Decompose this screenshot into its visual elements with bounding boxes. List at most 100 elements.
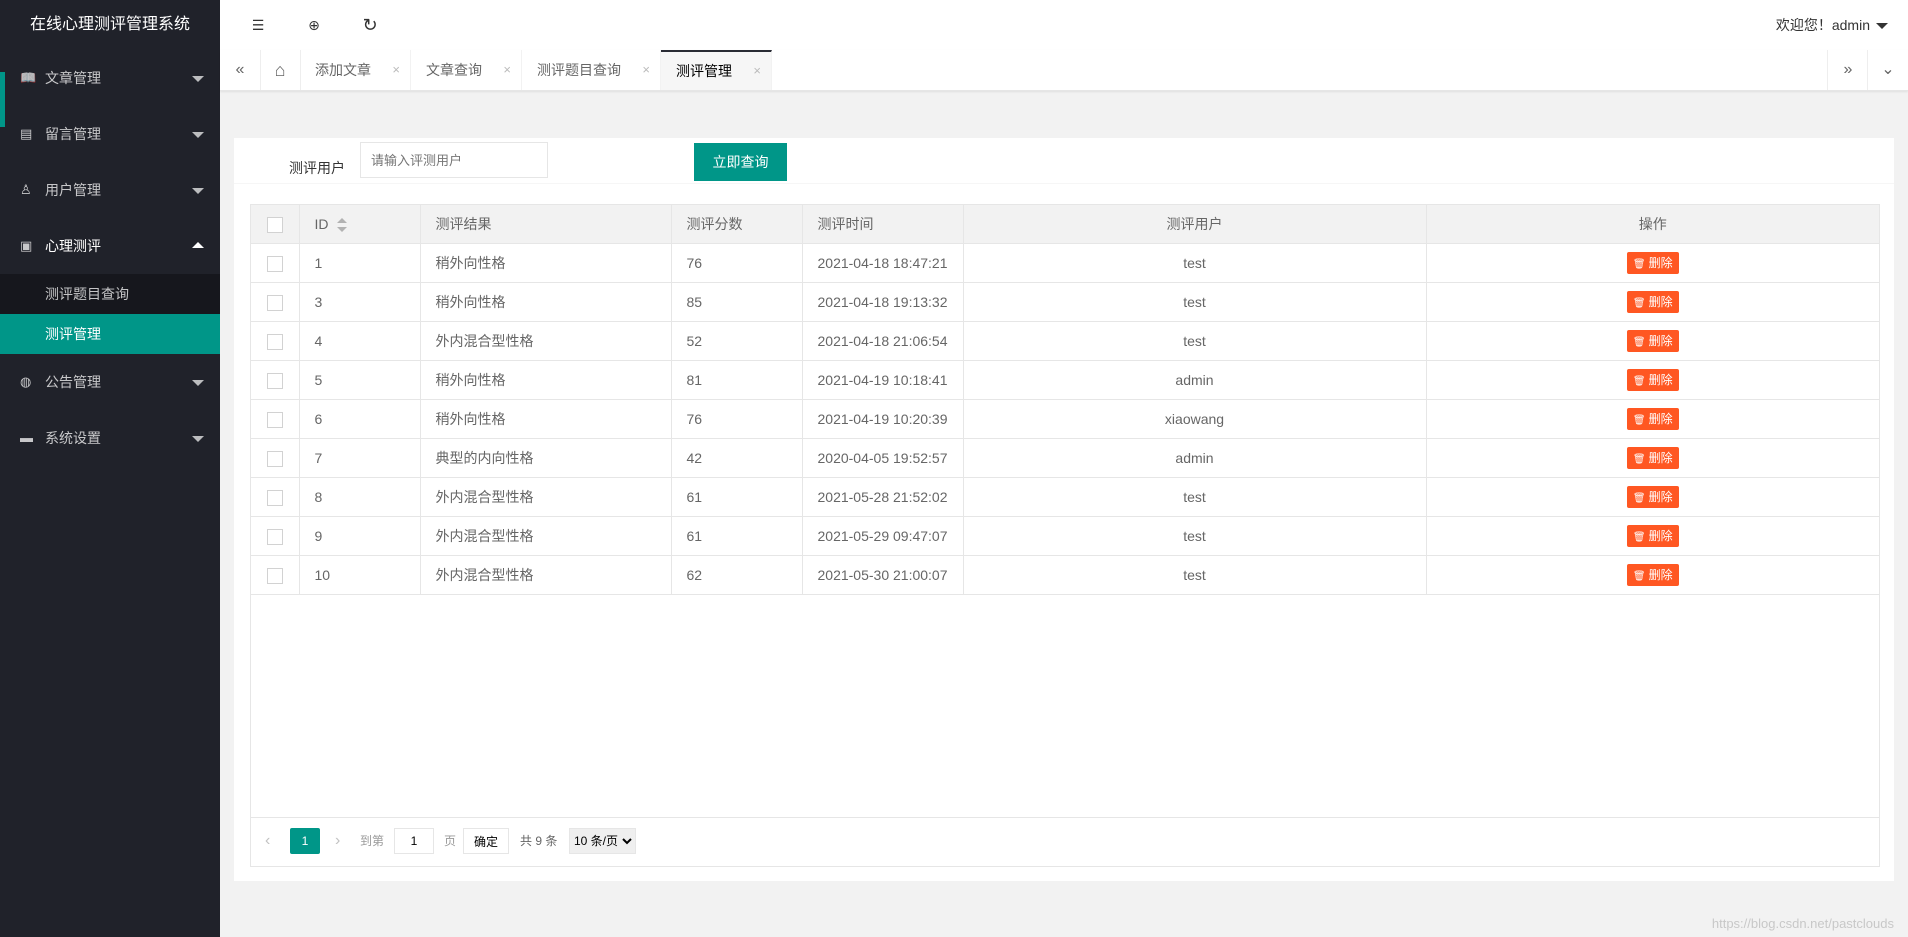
divider xyxy=(234,183,1894,184)
row-checkbox-cell xyxy=(251,477,300,517)
tab-label: 文章查询 xyxy=(426,62,482,78)
sidebar-item-message[interactable]: ▤ 留言管理 xyxy=(0,106,220,162)
tabs-more-icon[interactable]: ⌄ xyxy=(1867,50,1908,90)
sidebar-subitem-question-query[interactable]: 测评题目查询 xyxy=(0,274,220,314)
delete-button[interactable]: 🗑 删除 xyxy=(1626,564,1679,586)
tab-assessment-manage[interactable]: 测评管理 × xyxy=(661,50,772,90)
per-page-select[interactable]: 10 条/页20 条/页30 条/页 xyxy=(569,828,636,854)
current-page[interactable]: 1 xyxy=(290,828,320,854)
column-header-user: 测评用户 xyxy=(963,205,1427,244)
sidebar-nav: 📖 文章管理 ▤ 留言管理 ♙ 用户管理 ▣ 心理测评 测评题目查询 测评管理 … xyxy=(0,50,220,466)
search-button[interactable]: 立即查询 xyxy=(694,143,787,181)
close-icon[interactable]: × xyxy=(392,50,400,90)
delete-label: 删除 xyxy=(1648,451,1673,465)
table-row[interactable]: 8 外内混合型性格 61 2021-05-28 21:52:02 test 🗑 删除 xyxy=(251,477,1879,517)
trash-icon: 🗑 xyxy=(1632,259,1646,270)
delete-label: 删除 xyxy=(1648,295,1673,309)
delete-label: 删除 xyxy=(1648,334,1673,348)
table-row[interactable]: 4 外内混合型性格 52 2021-04-18 21:06:54 test 🗑 删除 xyxy=(251,321,1879,361)
table-row[interactable]: 3 稍外向性格 85 2021-04-18 19:13:32 test 🗑 删除 xyxy=(251,282,1879,322)
row-checkbox-cell xyxy=(251,399,300,439)
row-checkbox[interactable] xyxy=(266,450,283,467)
sidebar-item-settings[interactable]: ▬ 系统设置 xyxy=(0,410,220,466)
select-all-checkbox[interactable] xyxy=(266,216,283,233)
delete-button[interactable]: 🗑 删除 xyxy=(1626,330,1679,352)
sidebar-item-notice[interactable]: ◍ 公告管理 xyxy=(0,354,220,410)
delete-button[interactable]: 🗑 删除 xyxy=(1626,369,1679,391)
tab-label: 测评管理 xyxy=(676,63,732,79)
delete-button[interactable]: 🗑 删除 xyxy=(1626,252,1679,274)
table-row[interactable]: 1 稍外向性格 76 2021-04-18 18:47:21 test 🗑 删除 xyxy=(251,243,1879,283)
table-row[interactable]: 10 外内混合型性格 62 2021-05-30 21:00:07 test 🗑 删除 xyxy=(251,555,1879,595)
column-header-score: 测评分数 xyxy=(671,205,803,244)
tabs-next-icon[interactable]: » xyxy=(1827,50,1868,90)
search-input[interactable] xyxy=(360,142,548,178)
cell-user: test xyxy=(963,243,1427,283)
delete-button[interactable]: 🗑 删除 xyxy=(1626,525,1679,547)
pagination: ‹ 1 › 到第 页 确定 共 9 条 10 条/页20 条/页30 条/页 xyxy=(251,817,1879,866)
row-checkbox[interactable] xyxy=(266,411,283,428)
row-checkbox[interactable] xyxy=(266,567,283,584)
tabs-prev-icon[interactable]: « xyxy=(220,50,261,90)
sort-icon[interactable] xyxy=(336,218,347,233)
trash-icon: 🗑 xyxy=(1632,532,1646,543)
delete-label: 删除 xyxy=(1648,373,1673,387)
delete-button[interactable]: 🗑 删除 xyxy=(1626,291,1679,313)
table-row[interactable]: 7 典型的内向性格 42 2020-04-05 19:52:57 admin 🗑 删除 xyxy=(251,438,1879,478)
announce-icon: ◍ xyxy=(20,374,32,389)
sidebar-item-assessment[interactable]: ▣ 心理测评 xyxy=(0,218,220,274)
cell-time: 2021-05-28 21:52:02 xyxy=(802,477,964,517)
goto-confirm-button[interactable]: 确定 xyxy=(463,828,510,854)
column-header-id[interactable]: ID xyxy=(299,205,421,244)
close-icon[interactable]: × xyxy=(753,52,761,90)
cell-result: 外内混合型性格 xyxy=(420,555,672,595)
cell-result: 稍外向性格 xyxy=(420,360,672,400)
globe-icon[interactable]: ⊕ xyxy=(286,0,342,50)
row-checkbox[interactable] xyxy=(266,372,283,389)
sidebar-item-article[interactable]: 📖 文章管理 xyxy=(0,50,220,127)
tab-add-article[interactable]: 添加文章 × xyxy=(300,50,411,90)
row-checkbox[interactable] xyxy=(266,333,283,350)
caret-down-icon xyxy=(1876,23,1888,30)
row-checkbox[interactable] xyxy=(266,294,283,311)
close-icon[interactable]: × xyxy=(503,50,511,90)
next-page-icon[interactable]: › xyxy=(335,828,340,854)
cell-time: 2021-04-18 18:47:21 xyxy=(802,243,964,283)
user-menu[interactable]: 欢迎您！admin xyxy=(1776,0,1888,50)
delete-button[interactable]: 🗑 删除 xyxy=(1626,408,1679,430)
sidebar-item-label: 留言管理 xyxy=(45,126,101,142)
cell-user: test xyxy=(963,555,1427,595)
app-title: 在线心理测评管理系统 xyxy=(0,0,220,50)
sidebar-subitem-assessment-manage[interactable]: 测评管理 xyxy=(0,314,220,354)
row-checkbox[interactable] xyxy=(266,489,283,506)
sidebar-item-user[interactable]: ♙ 用户管理 xyxy=(0,162,220,218)
cell-id: 7 xyxy=(299,438,421,478)
tab-label: 测评题目查询 xyxy=(537,62,621,78)
cell-user: admin xyxy=(963,360,1427,400)
caret-down-icon xyxy=(192,188,204,194)
row-checkbox[interactable] xyxy=(266,255,283,272)
delete-button[interactable]: 🗑 删除 xyxy=(1626,486,1679,508)
cell-time: 2021-05-30 21:00:07 xyxy=(802,555,964,595)
prev-page-icon[interactable]: ‹ xyxy=(265,828,270,854)
delete-button[interactable]: 🗑 删除 xyxy=(1626,447,1679,469)
sidebar-subnav: 测评题目查询 测评管理 xyxy=(0,274,220,354)
row-checkbox[interactable] xyxy=(266,528,283,545)
tab-question-query[interactable]: 测评题目查询 × xyxy=(522,50,661,90)
goto-page-input[interactable] xyxy=(394,828,434,854)
cell-id: 4 xyxy=(299,321,421,361)
tab-article-query[interactable]: 文章查询 × xyxy=(411,50,522,90)
sidebar-item-label: 公告管理 xyxy=(45,374,101,390)
table-row[interactable]: 5 稍外向性格 81 2021-04-19 10:18:41 admin 🗑 删除 xyxy=(251,360,1879,400)
table-row[interactable]: 9 外内混合型性格 61 2021-05-29 09:47:07 test 🗑 删除 xyxy=(251,516,1879,556)
column-header-time: 测评时间 xyxy=(802,205,964,244)
cell-actions: 🗑 删除 xyxy=(1426,243,1879,283)
close-icon[interactable]: × xyxy=(642,50,650,90)
menu-toggle-icon[interactable]: ☰ xyxy=(230,0,286,50)
caret-up-icon xyxy=(192,242,204,248)
cell-score: 52 xyxy=(671,321,803,361)
table-row[interactable]: 6 稍外向性格 76 2021-04-19 10:20:39 xiaowang 🗑 删除 xyxy=(251,399,1879,439)
delete-label: 删除 xyxy=(1648,529,1673,543)
home-icon[interactable]: ⌂ xyxy=(260,50,301,90)
refresh-icon[interactable]: ↻ xyxy=(342,0,398,50)
